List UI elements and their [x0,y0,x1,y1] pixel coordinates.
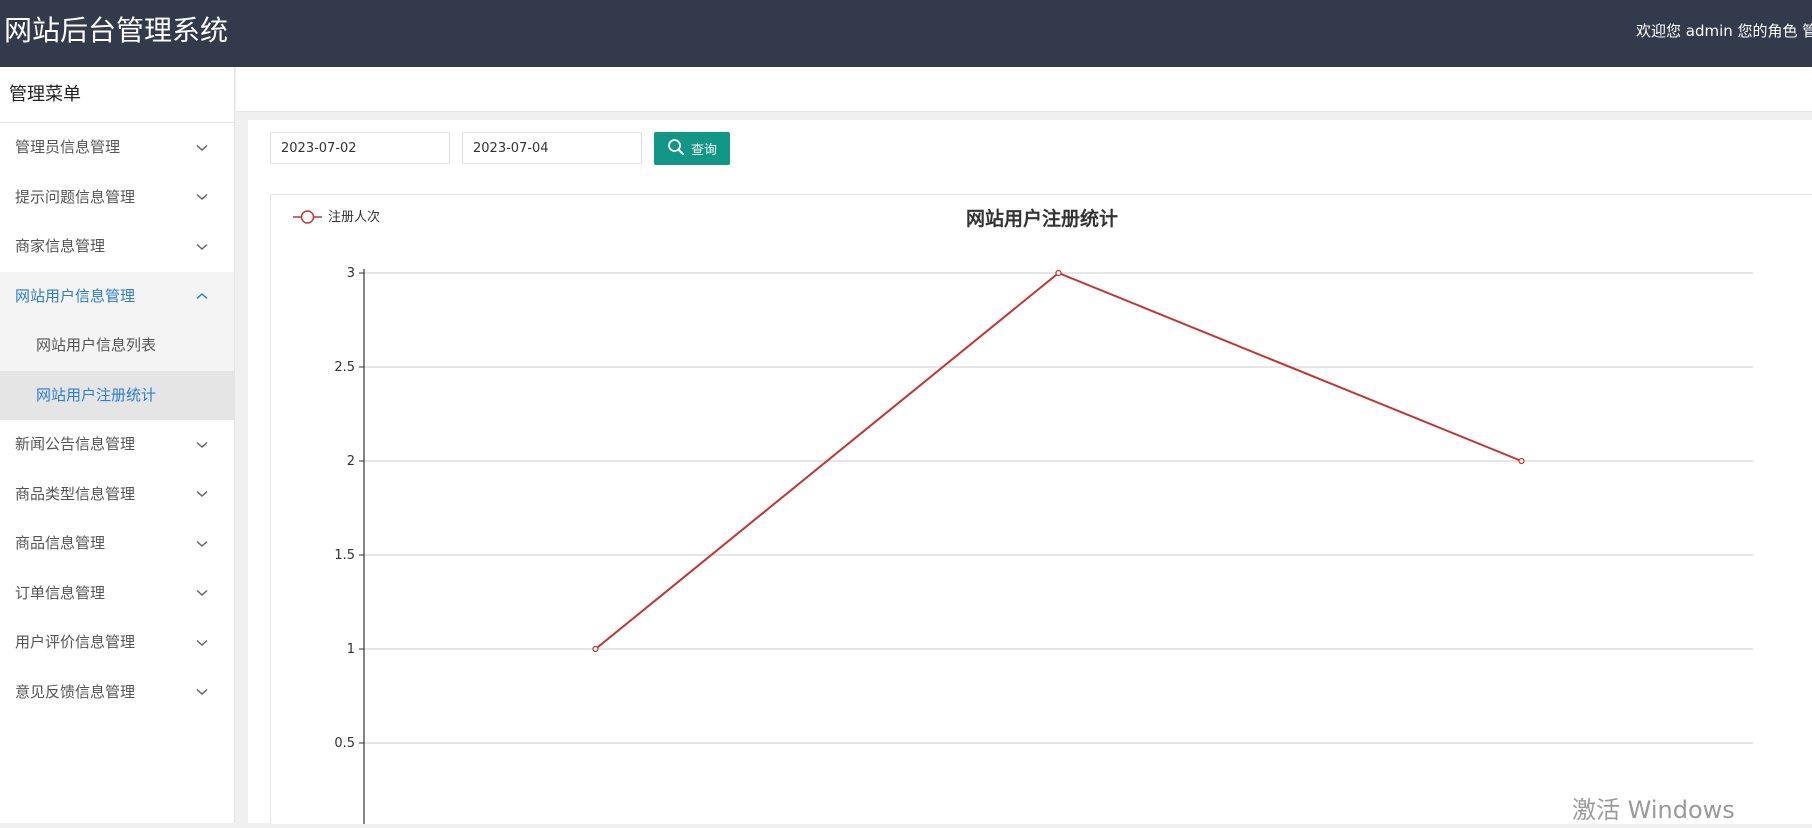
sidebar-menu: 管理员信息管理 提示问题信息管理 商家信息管理 网站用户信息管理 网站用户信息列… [0,123,234,717]
sidebar-item-label: 用户评价信息管理 [15,633,136,651]
sidebar-item-label: 意见反馈信息管理 [15,682,136,701]
query-button-label: 查询 [690,143,717,158]
registration-chart: 网站用户注册统计 注册人次 0.5 1 1.5 2 2.5 3 [293,207,1753,828]
chart-panel: 网站用户注册统计 注册人次 0.5 1 1.5 2 2.5 3 [270,194,1812,828]
sidebar-item-merchant[interactable]: 商家信息管理 [0,222,234,272]
sidebar-title: 管理菜单 [0,67,234,123]
y-tick-label: 1.5 [334,548,355,563]
y-tick-label: 3 [347,266,355,281]
sidebar-item-label: 提示问题信息管理 [15,187,136,206]
legend-label: 注册人次 [328,209,380,225]
sidebar-item-prompt-question[interactable]: 提示问题信息管理 [0,173,234,223]
chevron-down-icon [196,470,208,520]
chevron-up-icon [196,272,208,322]
sidebar-item-label: 商品信息管理 [15,534,106,552]
sidebar: 管理菜单 管理员信息管理 提示问题信息管理 商家信息管理 网站用户信息管理 网站… [0,67,235,823]
sidebar-item-order[interactable]: 订单信息管理 [0,569,234,619]
sidebar-item-product[interactable]: 商品信息管理 [0,519,234,569]
welcome-text: 欢迎您 admin 您的角色 管 [1636,22,1812,40]
data-point [1518,457,1525,465]
sidebar-item-label: 网站用户信息管理 [15,286,136,305]
windows-activation-watermark: 激活 Windows [1572,796,1735,824]
sidebar-item-review[interactable]: 用户评价信息管理 [0,618,234,668]
chevron-down-icon [196,618,208,668]
chevron-down-icon [196,173,208,223]
app-title: 网站后台管理系统 [4,14,229,47]
sidebar-item-feedback[interactable]: 意见反馈信息管理 [0,668,234,718]
chevron-down-icon [196,420,208,470]
query-button[interactable]: 查询 [654,132,730,165]
y-tick-label: 2.5 [334,360,355,375]
start-date-input[interactable] [270,132,450,164]
main-tab-strip [236,67,1812,112]
data-point [592,645,599,653]
sidebar-subitem-user-registration-stats[interactable]: 网站用户注册统计 [0,370,234,420]
y-tick-label: 1 [347,642,355,657]
chevron-down-icon [196,569,208,619]
sidebar-item-label: 管理员信息管理 [15,138,121,156]
sidebar-item-site-user[interactable]: 网站用户信息管理 [0,271,234,322]
search-icon [667,138,685,160]
sidebar-submenu-site-user: 网站用户信息列表 网站用户注册统计 [0,321,234,420]
chevron-down-icon [196,668,208,718]
data-point [1055,269,1062,277]
main-content: 查询 网站用户注册统计 注册人次 0.5 1 1.5 2 2.5 3 [248,120,1812,828]
y-tick-label: 0.5 [334,736,355,751]
sidebar-subitem-user-list[interactable]: 网站用户信息列表 [0,321,234,371]
end-date-input[interactable] [462,132,642,164]
sidebar-item-label: 商家信息管理 [15,237,106,255]
chart-title: 网站用户注册统计 [966,207,1118,230]
sidebar-item-label: 订单信息管理 [15,583,106,602]
chevron-down-icon [196,519,208,569]
sidebar-item-product-type[interactable]: 商品类型信息管理 [0,470,234,520]
legend-marker [300,210,315,224]
chevron-down-icon [196,123,208,173]
y-tick-label: 2 [347,454,355,469]
top-header: 网站后台管理系统 欢迎您 admin 您的角色 管 [0,0,1812,67]
sidebar-item-admin[interactable]: 管理员信息管理 [0,123,234,173]
sidebar-item-news[interactable]: 新闻公告信息管理 [0,420,234,470]
sidebar-item-label: 商品类型信息管理 [15,484,136,503]
sidebar-item-label: 新闻公告信息管理 [15,435,136,453]
chevron-down-icon [196,222,208,272]
